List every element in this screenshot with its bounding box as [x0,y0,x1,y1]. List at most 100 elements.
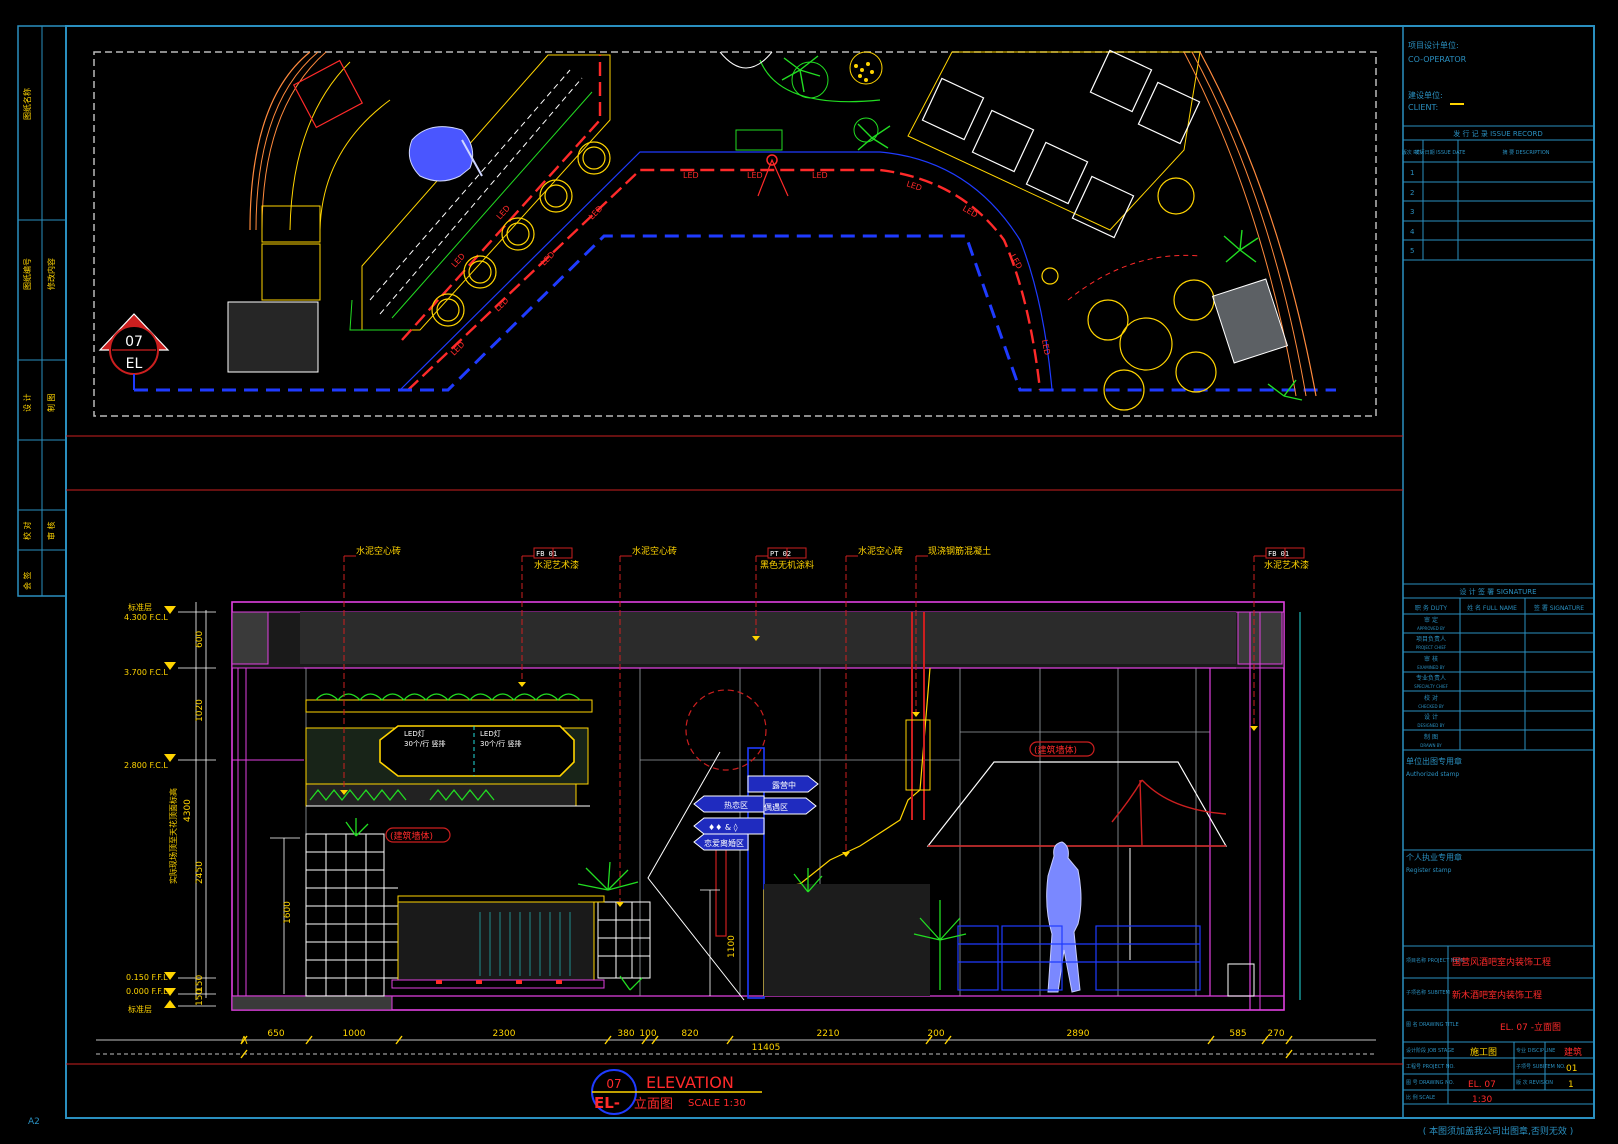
title-block: 项目设计单位: CO-OPERATOR 建设单位: CLIENT: 发 行 记 … [1402,26,1595,1137]
section-mark-tag: EL [126,356,143,372]
led-label: LED [905,179,923,192]
inner-dim: 1600 [283,901,293,924]
horizontal-dim: 200 [927,1029,944,1039]
revision-row: 1 [1410,169,1414,177]
cad-drawing-sheet: 图纸名称 图纸编号 修改内容 设 计 制 图 校 对 审 核 会 签 A2 项目… [17,25,1595,1137]
subitem-no-value: 01 [1566,1064,1577,1074]
led-label: LED [493,296,510,313]
level-mark-label: 标准层 [128,1004,152,1014]
horizontal-dim: 2210 [817,1029,840,1039]
horizontal-dim: 380 [617,1029,634,1039]
level-mark: 4.300 F.C.L [124,613,168,622]
level-mark: 0.000 F.F.L [126,987,168,996]
led-label: LED [495,204,512,222]
callout-label: 现浇钢筋混凝土 [928,545,991,557]
sign-arrow: 恋爱离婚区 [704,838,744,848]
co-operator-en: CO-OPERATOR [1408,55,1467,64]
co-operator-cn: 项目设计单位: [1408,40,1459,50]
drawing-title-en: ELEVATION [646,1073,734,1092]
signature-role-cn: 制 图 [1424,733,1438,741]
vertical-dim: 1020 [195,699,205,722]
horizontal-dim: 820 [681,1029,698,1039]
project-no-label: 工程号 PROJECT NO. [1406,1063,1455,1070]
revision-row: 3 [1410,208,1414,216]
vertical-dim: 4300 [183,799,193,822]
sheet-size-label: A2 [28,1117,40,1127]
revision-value: 1 [1568,1080,1574,1090]
signature-col: 职 务 DUTY [1415,604,1447,612]
led-panel-text: LED灯 [404,729,425,738]
horizontal-dim: 100 [639,1029,656,1039]
left-strip-cell: 校 对 [22,521,32,540]
footnote: ( 本图须加盖我公司出图章,否则无效 ) [1423,1125,1574,1137]
signature-role-cn: 设 计 [1424,713,1438,721]
callout-label: 黑色无机涂料 [760,559,814,571]
discipline-label: 专业 DISCIPLINE [1516,1047,1555,1054]
title-stamp-tag: EL- [594,1094,620,1112]
signature-role-en: SPECIALTY CHIEF [1414,684,1449,689]
client-en: CLIENT: [1408,103,1438,112]
callout-code: FB 01 [1268,550,1289,558]
revision-header: 发 行 记 录 ISSUE RECORD [1453,129,1543,138]
revision-row: 5 [1410,247,1414,255]
signature-role-en: EXAMINED BY [1417,665,1445,670]
callout-label: 水泥空心砖 [858,545,903,557]
led-label: LED [1040,339,1052,356]
client-cn: 建设单位: [1408,90,1443,100]
register-stamp-en: Register stamp [1406,867,1452,874]
stage-label: 设计阶段 JOB STAGE [1406,1047,1454,1054]
signature-role-cn: 审 定 [1424,616,1438,624]
stage-value: 施工图 [1470,1046,1497,1058]
led-label: LED [747,171,763,180]
signature-role-en: CHECKED BY [1418,704,1444,709]
discipline-value: 建筑 [1564,1046,1582,1058]
led-label: LED [961,204,979,220]
signature-role-cn: 项目负责人 [1416,635,1446,643]
horizontal-dim: 650 [267,1029,284,1039]
callout-code: FB 01 [536,550,557,558]
vertical-dim: 150 [195,989,205,1006]
signature-role-en: APPROVED BY [1417,626,1446,631]
vertical-dim: 600 [195,631,205,648]
level-mark: 0.150 F.F.L [126,973,168,982]
led-label: LED [812,171,828,180]
signature-role-cn: 专业负责人 [1416,674,1446,682]
horizontal-dim: 1000 [343,1029,366,1039]
callout-label: 水泥艺术漆 [534,559,579,571]
subitem-no-label: 子项号 SUBITEM NO. [1516,1063,1566,1070]
horizontal-dim: 585 [1229,1029,1246,1039]
drawing-title-value: EL. 07 -立面图 [1500,1021,1561,1033]
level-mark-label: 标准层 [128,602,152,612]
left-strip-cell: 图纸名称 [22,88,32,120]
signature-role-cn: 审 核 [1424,655,1438,663]
drawing-scale: SCALE 1:30 [688,1098,746,1109]
left-strip-cell: 修改内容 [46,258,56,290]
signature-col: 姓 名 FULL NAME [1467,604,1517,612]
subitem-label: 子项名称 SUBITEM [1406,989,1450,996]
section-mark-number: 07 [125,334,143,350]
vertical-note: 实际现场顶至天花顶面标高 [168,788,178,884]
signature-header: 设 计 签 署 SIGNATURE [1460,587,1537,596]
vertical-dim: 2450 [195,861,205,884]
revision-col: 摘 要 DESCRIPTION [1502,149,1549,156]
inner-dim: 1100 [727,935,737,958]
led-panel-text: 30个/行 竖排 [480,739,522,748]
existing-wall-tag: (建筑墙体) [1034,744,1077,756]
horizontal-dim: 2890 [1067,1029,1090,1039]
signature-role-en: DESIGNED BY [1417,723,1445,728]
sign-arrow: 热恋区 [724,800,748,810]
register-stamp-cn: 个人执业专用章 [1406,852,1462,862]
sign-arrow: 偶遇区 [764,802,788,812]
drawing-no-value: EL. 07 [1468,1080,1496,1090]
sign-arrow: 露营中 [772,780,796,790]
signature-role-en: DRAWN BY [1420,743,1442,748]
revision-row: 4 [1410,228,1415,236]
title-stamp-number: 07 [606,1077,621,1091]
left-strip-cell: 审 核 [46,521,56,540]
led-label: LED [1008,253,1024,271]
led-label: LED [683,171,699,180]
left-strip-cell: 图纸编号 [22,258,32,290]
horizontal-dim: 270 [1267,1029,1284,1039]
signature-role-cn: 校 对 [1424,694,1438,702]
plan-view [98,49,1336,411]
